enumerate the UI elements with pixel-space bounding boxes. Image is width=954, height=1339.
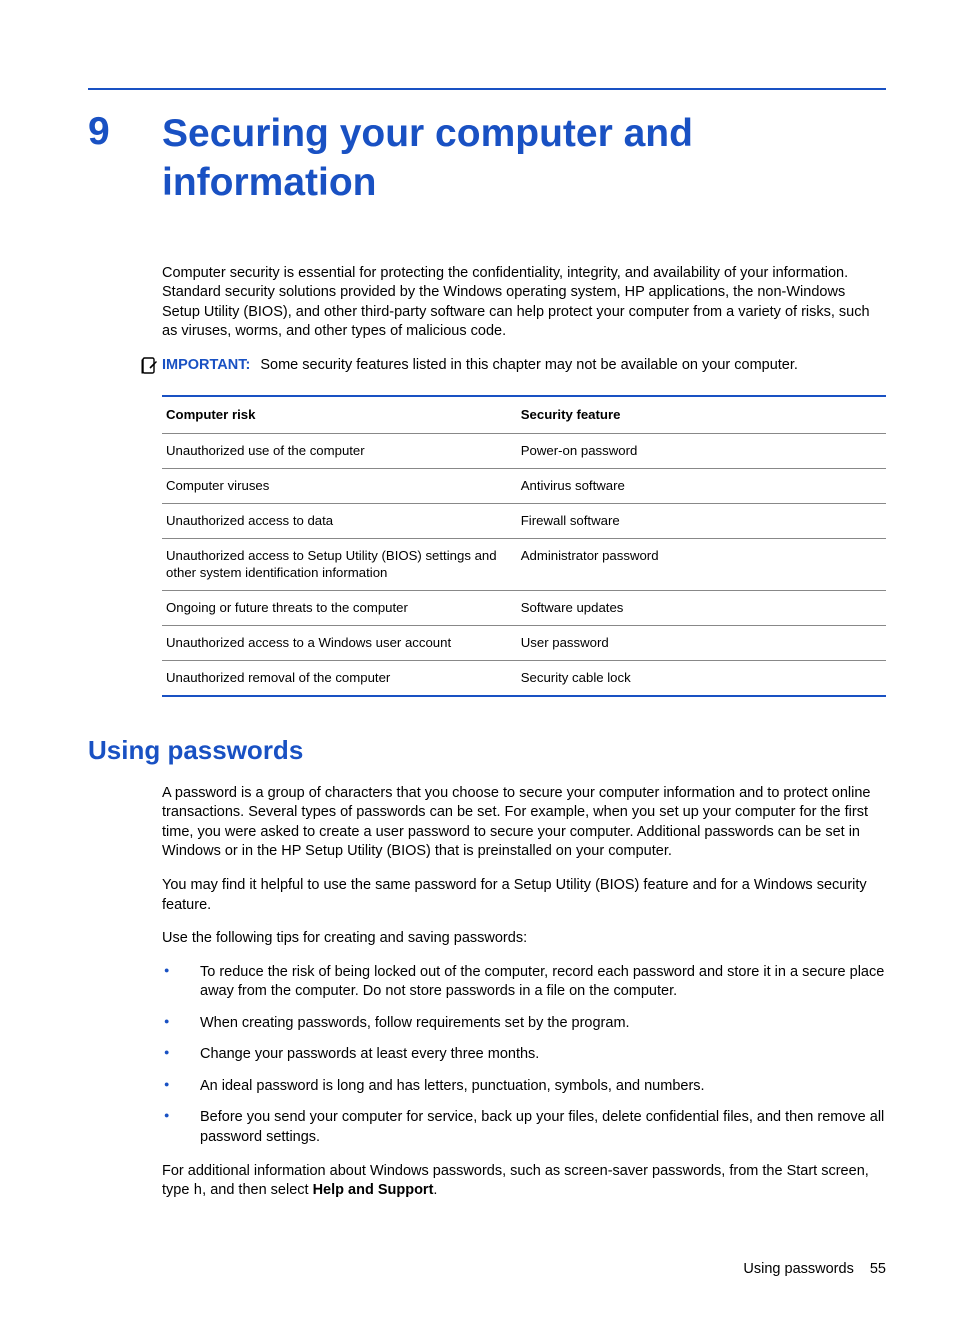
chapter-header: 9 Securing your computer and information (88, 110, 886, 208)
list-item: When creating passwords, follow requirem… (162, 1014, 886, 1034)
table-header-risk: Computer risk (162, 396, 517, 433)
cell-risk: Unauthorized use of the computer (162, 434, 517, 469)
cell-risk: Unauthorized removal of the computer (162, 660, 517, 695)
important-label: IMPORTANT: (162, 357, 250, 373)
cell-risk: Unauthorized access to a Windows user ac… (162, 626, 517, 661)
risk-feature-table: Computer risk Security feature Unauthori… (162, 395, 886, 696)
important-note-icon (140, 357, 158, 382)
table-row: Ongoing or future threats to the compute… (162, 591, 886, 626)
p4-suffix: . (433, 1182, 437, 1198)
list-item: An ideal password is long and has letter… (162, 1077, 886, 1097)
chapter-title: Securing your computer and information (162, 110, 886, 208)
intro-paragraph: Computer security is essential for prote… (162, 264, 886, 342)
p4-code: h (193, 1183, 202, 1199)
table-row: Unauthorized access to Setup Utility (BI… (162, 538, 886, 591)
password-tips-list: To reduce the risk of being locked out o… (162, 963, 886, 1148)
table-row: Unauthorized use of the computer Power-o… (162, 434, 886, 469)
passwords-paragraph-1: A password is a group of characters that… (162, 784, 886, 862)
cell-feature: Security cable lock (517, 660, 886, 695)
passwords-paragraph-3: Use the following tips for creating and … (162, 929, 886, 949)
table-row: Unauthorized removal of the computer Sec… (162, 660, 886, 695)
table-row: Computer viruses Antivirus software (162, 468, 886, 503)
important-text: Some security features listed in this ch… (260, 357, 798, 373)
p4-bold: Help and Support (313, 1182, 434, 1198)
cell-risk: Unauthorized access to Setup Utility (BI… (162, 538, 517, 591)
table-header-feature: Security feature (517, 396, 886, 433)
cell-risk: Unauthorized access to data (162, 503, 517, 538)
table-row: Unauthorized access to data Firewall sof… (162, 503, 886, 538)
cell-feature: Administrator password (517, 538, 886, 591)
cell-risk: Computer viruses (162, 468, 517, 503)
footer-page-number: 55 (870, 1261, 886, 1277)
list-item: Before you send your computer for servic… (162, 1108, 886, 1147)
list-item: Change your passwords at least every thr… (162, 1045, 886, 1065)
cell-feature: Power-on password (517, 434, 886, 469)
footer-section-label: Using passwords (743, 1261, 853, 1277)
cell-feature: User password (517, 626, 886, 661)
chapter-number: 9 (88, 110, 162, 155)
cell-risk: Ongoing or future threats to the compute… (162, 591, 517, 626)
passwords-paragraph-2: You may find it helpful to use the same … (162, 876, 886, 915)
cell-feature: Firewall software (517, 503, 886, 538)
important-note-body: IMPORTANT: Some security features listed … (162, 356, 798, 376)
p4-mid: , and then select (202, 1182, 312, 1198)
cell-feature: Software updates (517, 591, 886, 626)
important-note: IMPORTANT: Some security features listed … (140, 356, 886, 382)
section-heading-passwords: Using passwords (88, 733, 886, 768)
list-item: To reduce the risk of being locked out o… (162, 963, 886, 1002)
table-row: Unauthorized access to a Windows user ac… (162, 626, 886, 661)
passwords-paragraph-4: For additional information about Windows… (162, 1162, 886, 1202)
chapter-top-rule (88, 88, 886, 90)
cell-feature: Antivirus software (517, 468, 886, 503)
